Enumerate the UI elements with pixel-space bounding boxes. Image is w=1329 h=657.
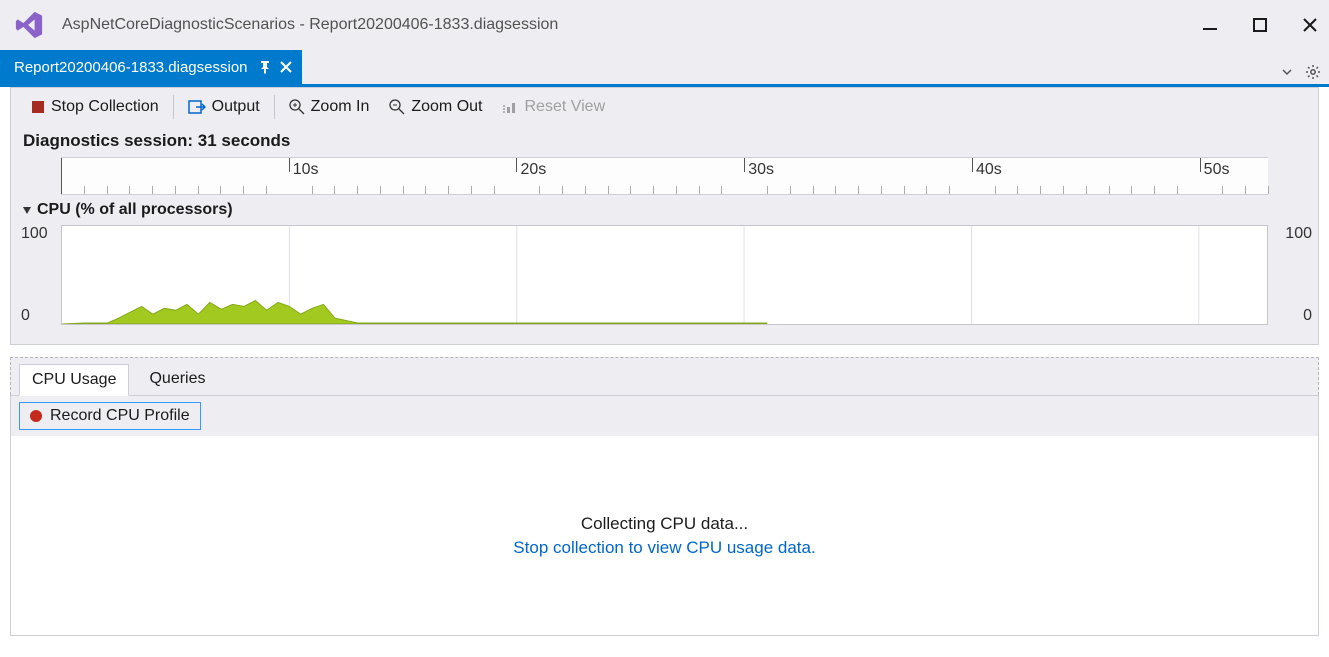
minimize-button[interactable] [1199,14,1221,36]
zoom-in-label: Zoom In [311,98,370,116]
tab-queries[interactable]: Queries [137,364,217,395]
reset-view-label: Reset View [524,98,605,116]
chart-header[interactable]: CPU (% of all processors) [10,195,1319,225]
chart-title: CPU (% of all processors) [37,201,233,219]
y-axis-max-left: 100 [21,225,48,243]
stop-collection-button[interactable]: Stop Collection [21,94,169,120]
ruler-tick-label: 40s [976,161,1002,179]
maximize-button[interactable] [1249,14,1271,36]
separator [173,95,174,119]
ruler-tick-label: 20s [520,161,546,179]
bottom-tab-strip: CPU Usage Queries [10,357,1319,395]
tab-close-icon[interactable] [280,61,292,73]
stop-collection-link[interactable]: Stop collection to view CPU usage data. [513,538,815,558]
record-label: Record CPU Profile [50,407,190,425]
collecting-status-text: Collecting CPU data... [581,514,748,534]
y-axis-min-left: 0 [21,307,30,325]
zoom-out-label: Zoom Out [411,98,482,116]
record-cpu-profile-button[interactable]: Record CPU Profile [19,402,201,430]
zoom-in-button[interactable]: Zoom In [279,94,380,120]
tab-overflow-icon[interactable] [1281,66,1293,78]
zoom-out-button[interactable]: Zoom Out [379,94,492,120]
document-tab-label: Report20200406-1833.diagsession [14,59,248,76]
reset-view-button[interactable]: Reset View [492,94,615,120]
ruler-tick-label: 50s [1204,161,1230,179]
zoom-out-icon [389,99,405,115]
content-pane: Collecting CPU data... Stop collection t… [10,436,1319,636]
ruler-tick-label: 10s [293,161,319,179]
settings-gear-icon[interactable] [1305,64,1321,80]
pin-icon[interactable] [258,60,272,74]
reset-view-icon [502,99,518,115]
chart-area: 100 0 100 0 [10,225,1319,345]
collapse-triangle-icon [21,204,33,216]
document-tab[interactable]: Report20200406-1833.diagsession [0,50,302,84]
close-button[interactable] [1299,14,1321,36]
ruler-tick-label: 30s [748,161,774,179]
stop-collection-label: Stop Collection [51,98,159,116]
timeline-ruler[interactable]: 10s 20s 30s 40s 50s [61,157,1268,195]
output-button[interactable]: Output [178,94,270,120]
cpu-chart[interactable] [61,225,1268,325]
vs-logo-icon [12,8,46,42]
tab-cpu-usage[interactable]: CPU Usage [19,364,129,396]
document-tab-strip: Report20200406-1833.diagsession [0,50,1329,84]
stop-icon [31,100,45,114]
output-icon [188,99,206,115]
y-axis-min-right: 0 [1303,307,1312,325]
record-row: Record CPU Profile [10,395,1319,436]
zoom-in-icon [289,99,305,115]
toolbar: Stop Collection Output Zoom In Zoom Out … [10,87,1319,125]
record-icon [30,410,42,422]
output-label: Output [212,98,260,116]
window-title: AspNetCoreDiagnosticScenarios - Report20… [62,16,558,34]
y-axis-max-right: 100 [1285,225,1312,243]
session-header: Diagnostics session: 31 seconds [10,125,1319,157]
title-bar: AspNetCoreDiagnosticScenarios - Report20… [0,0,1329,50]
separator [274,95,275,119]
